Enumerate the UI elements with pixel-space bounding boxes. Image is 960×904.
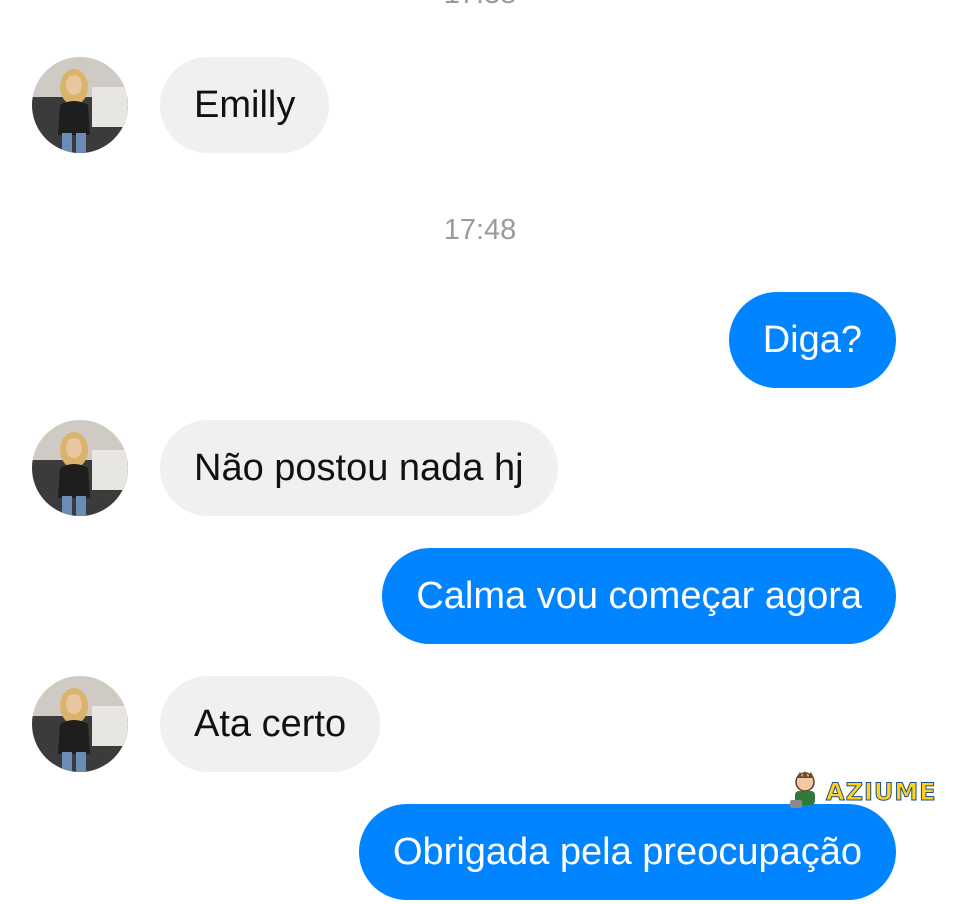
contact-avatar[interactable] xyxy=(32,420,128,516)
contact-avatar[interactable] xyxy=(32,57,128,153)
message-incoming[interactable]: Ata certo xyxy=(160,676,381,772)
contact-photo-icon xyxy=(32,420,128,516)
message-outgoing[interactable]: Diga? xyxy=(728,292,896,388)
contact-photo-icon xyxy=(32,57,128,153)
timestamp-top: 17:38 xyxy=(0,0,960,14)
timestamp: 17:48 xyxy=(443,214,517,246)
message-incoming[interactable]: Emilly xyxy=(160,57,330,153)
watermark-text: AZIUME xyxy=(826,778,937,807)
message-outgoing[interactable]: Obrigada pela preocupação xyxy=(358,804,896,900)
message-incoming[interactable]: Não postou nada hj xyxy=(160,420,558,516)
contact-photo-icon xyxy=(32,676,128,772)
message-outgoing[interactable]: Calma vou começar agora xyxy=(382,548,896,644)
contact-avatar[interactable] xyxy=(32,676,128,772)
watermark-logo: AZIUME xyxy=(788,770,937,814)
mascot-icon xyxy=(790,771,815,808)
